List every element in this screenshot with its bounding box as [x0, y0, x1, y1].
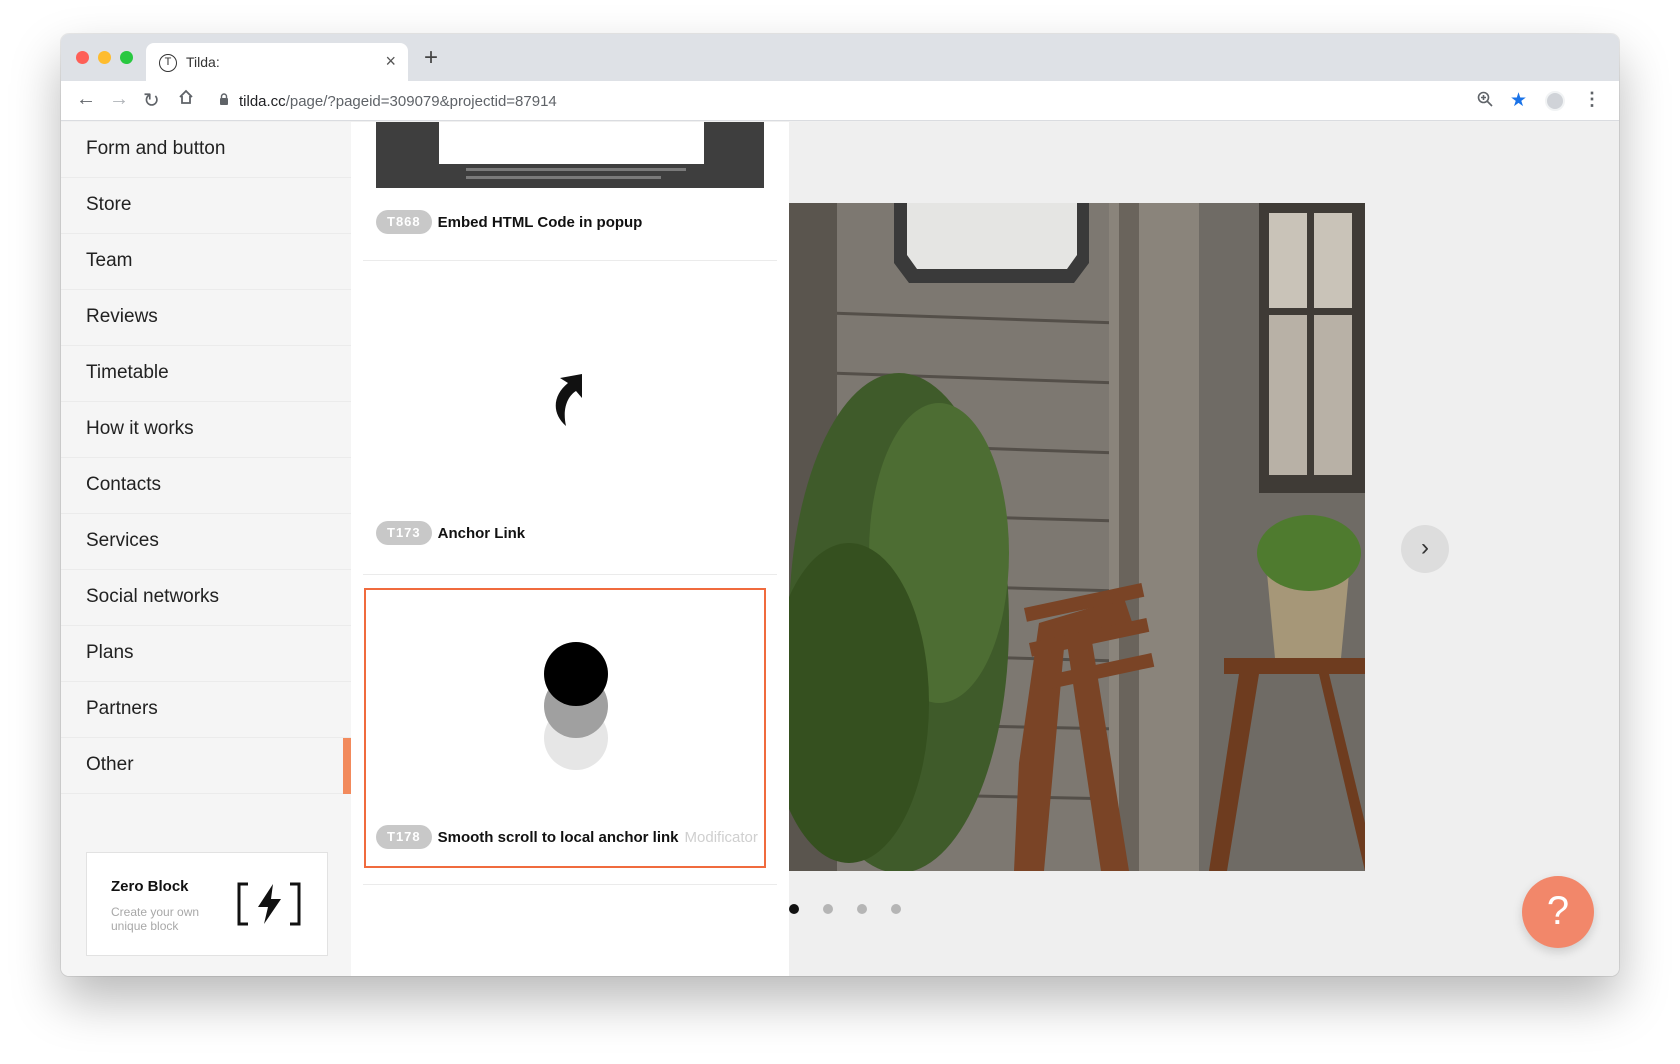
slide-dot-4[interactable] — [891, 904, 901, 914]
help-button[interactable]: ? — [1522, 876, 1594, 948]
browser-window: T Tilda: × + ← → ↻ tilda.cc/page/?pageid… — [61, 34, 1619, 976]
block-name: Embed HTML Code in popup — [437, 213, 643, 231]
minimize-window-button[interactable] — [98, 51, 111, 64]
sidebar-item-store[interactable]: Store — [61, 178, 351, 234]
sidebar-item-label: Store — [86, 194, 132, 215]
url-host: tilda.cc — [239, 93, 286, 110]
sidebar-item-how-it-works[interactable]: How it works — [61, 402, 351, 458]
sidebar-item-form-and-button[interactable]: Form and button — [61, 122, 351, 178]
sidebar-item-timetable[interactable]: Timetable — [61, 346, 351, 402]
block-preview: › ? — [789, 122, 1619, 976]
block-item-t173[interactable]: T173 Anchor Link — [376, 521, 525, 547]
browser-toolbar: ← → ↻ tilda.cc/page/?pageid=309079&proje… — [61, 81, 1619, 121]
maximize-window-button[interactable] — [120, 51, 133, 64]
divider — [363, 260, 777, 261]
divider — [363, 574, 777, 575]
sidebar-item-social-networks[interactable]: Social networks — [61, 570, 351, 626]
zero-block-title: Zero Block — [111, 878, 189, 895]
sidebar-item-label: Plans — [86, 642, 134, 663]
tab-title: Tilda: — [186, 54, 220, 70]
forward-arrow-icon[interactable]: → — [109, 88, 129, 111]
divider — [363, 884, 777, 885]
block-item-t178-selected[interactable]: T178 Smooth scroll to local anchor link Mo… — [364, 588, 766, 868]
sidebar-item-label: Timetable — [86, 362, 169, 383]
sidebar-item-contacts[interactable]: Contacts — [61, 458, 351, 514]
tilda-favicon-icon: T — [159, 54, 177, 72]
slide-dot-1[interactable] — [789, 904, 799, 914]
sidebar-item-team[interactable]: Team — [61, 234, 351, 290]
block-list: T868 Embed HTML Code in popup T173 Anchor … — [351, 122, 789, 976]
sidebar-item-label: Partners — [86, 698, 158, 719]
reload-icon[interactable]: ↻ — [143, 88, 160, 113]
sidebar-item-partners[interactable]: Partners — [61, 682, 351, 738]
zero-block-description: Create your own unique block — [111, 905, 200, 933]
next-slide-button[interactable]: › — [1401, 525, 1449, 573]
tab-close-icon[interactable]: × — [385, 51, 396, 72]
url-text[interactable]: tilda.cc/page/?pageid=309079&projectid=8… — [239, 93, 557, 110]
tab-strip: T Tilda: × + — [61, 34, 1619, 81]
sidebar-item-label: Social networks — [86, 586, 220, 607]
block-name: Anchor Link — [437, 524, 526, 542]
block-code-badge: T178 — [376, 825, 432, 849]
zero-block-card[interactable]: Zero Block Create your own unique block — [86, 852, 328, 956]
new-tab-button[interactable]: + — [424, 44, 438, 72]
sidebar-item-label: Services — [86, 530, 159, 551]
slide-dot-3[interactable] — [857, 904, 867, 914]
url-path: /page/?pageid=309079&projectid=87914 — [285, 93, 557, 110]
zoom-icon[interactable] — [1476, 90, 1494, 113]
sidebar-item-label: Reviews — [86, 306, 158, 327]
close-window-button[interactable] — [76, 51, 89, 64]
home-icon[interactable] — [177, 88, 195, 112]
sidebar-item-reviews[interactable]: Reviews — [61, 290, 351, 346]
thumbnail-text-line — [466, 168, 686, 171]
block-label: T178 Smooth scroll to local anchor link Mo… — [376, 825, 758, 849]
sidebar-item-label: Contacts — [86, 474, 161, 495]
sidebar-item-label: How it works — [86, 418, 194, 439]
lightning-frame-icon — [237, 882, 301, 926]
address-bar[interactable]: tilda.cc/page/?pageid=309079&projectid=8… — [209, 85, 1601, 117]
preview-photo — [789, 203, 1365, 871]
block-name: Smooth scroll to local anchor link — [437, 828, 679, 846]
sidebar-item-label: Other — [86, 754, 134, 775]
thumbnail-text-line — [466, 176, 661, 179]
sidebar-item-other[interactable]: Other — [61, 738, 351, 794]
popup-preview — [439, 122, 704, 164]
block-thumbnail-t868[interactable] — [376, 122, 764, 188]
slide-dot-2[interactable] — [823, 904, 833, 914]
scroll-circle-dark — [544, 642, 608, 706]
kebab-menu-icon[interactable]: ⋮ — [1583, 89, 1601, 110]
browser-tab[interactable]: T Tilda: × — [146, 43, 408, 81]
block-modifier-tag: Modificator — [684, 828, 758, 846]
lock-icon — [219, 93, 229, 109]
bookmark-star-icon[interactable]: ★ — [1510, 89, 1527, 112]
block-code-badge: T173 — [376, 521, 432, 545]
sidebar-item-plans[interactable]: Plans — [61, 626, 351, 682]
sidebar-item-label: Form and button — [86, 138, 226, 159]
sidebar-item-services[interactable]: Services — [61, 514, 351, 570]
category-sidebar: Form and button Store Team Reviews Timet… — [61, 122, 351, 976]
block-code-badge: T868 — [376, 210, 432, 234]
active-indicator — [343, 738, 351, 794]
back-arrow-icon[interactable]: ← — [76, 88, 96, 111]
anchor-arrow-icon — [555, 374, 582, 426]
profile-avatar-icon[interactable] — [1545, 91, 1565, 111]
sidebar-item-label: Team — [86, 250, 133, 271]
block-item-t868[interactable]: T868 Embed HTML Code in popup — [376, 210, 642, 236]
